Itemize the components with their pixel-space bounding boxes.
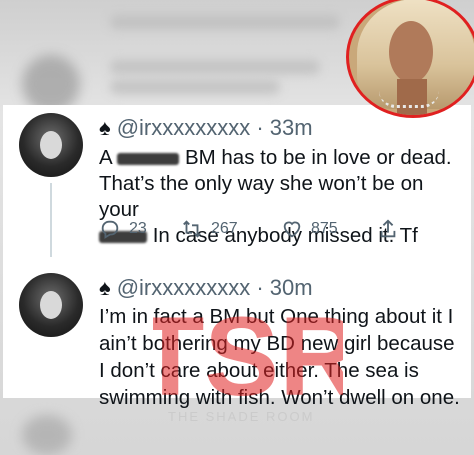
avatar-face [40, 131, 62, 159]
like-button[interactable]: 875 [281, 218, 338, 240]
reply-button[interactable]: 23 [99, 218, 147, 240]
retweet-count: 267 [211, 220, 238, 237]
tweet-header: ♠ @irxxxxxxxxx · 30m [99, 275, 313, 301]
blurred-text-line [110, 15, 340, 29]
thread-line [50, 183, 52, 257]
redacted-word [117, 152, 180, 165]
tweet-actions: 23 267 875 [99, 218, 399, 248]
blurred-text-line [110, 80, 280, 94]
share-button[interactable] [377, 218, 399, 240]
tweet-text-fragment: A [99, 146, 112, 169]
avatar[interactable] [19, 113, 83, 177]
inset-photo [346, 0, 474, 118]
reply-icon [101, 220, 119, 239]
logo-text: TSR [153, 300, 343, 410]
retweet-button[interactable]: 267 [181, 218, 238, 240]
tweet-card: ♠ @irxxxxxxxxx · 33m A BM has to be in lo… [3, 105, 471, 424]
timestamp[interactable]: · 33m [256, 115, 312, 140]
tweet-text-fragment: That’s the only way she won’t be on your [99, 172, 424, 221]
reply-count: 23 [129, 220, 147, 237]
photo-necklace [379, 91, 439, 108]
avatar[interactable] [19, 273, 83, 337]
heart-icon [283, 221, 301, 238]
tsr-logo-watermark: TSR [153, 300, 343, 410]
retweet-icon [183, 220, 201, 238]
spade-icon: ♠ [99, 115, 111, 140]
tweet: ♠ @irxxxxxxxxx · 33m A BM has to be in lo… [3, 105, 471, 257]
blurred-text-line [110, 60, 320, 74]
photo-face [389, 21, 433, 83]
spade-icon: ♠ [99, 275, 111, 300]
avatar-face [40, 291, 62, 319]
user-handle[interactable]: @irxxxxxxxxx [117, 115, 251, 140]
tweet-header: ♠ @irxxxxxxxxx · 33m [99, 115, 313, 141]
logo-subtitle: THE SHADE ROOM [168, 409, 315, 424]
share-icon [380, 219, 396, 238]
tweet-text-fragment: BM has to be in love or dead. [184, 146, 452, 169]
user-handle[interactable]: @irxxxxxxxxx [117, 275, 251, 300]
like-count: 875 [311, 220, 338, 237]
blurred-avatar [22, 415, 72, 455]
timestamp[interactable]: · 30m [256, 275, 312, 300]
